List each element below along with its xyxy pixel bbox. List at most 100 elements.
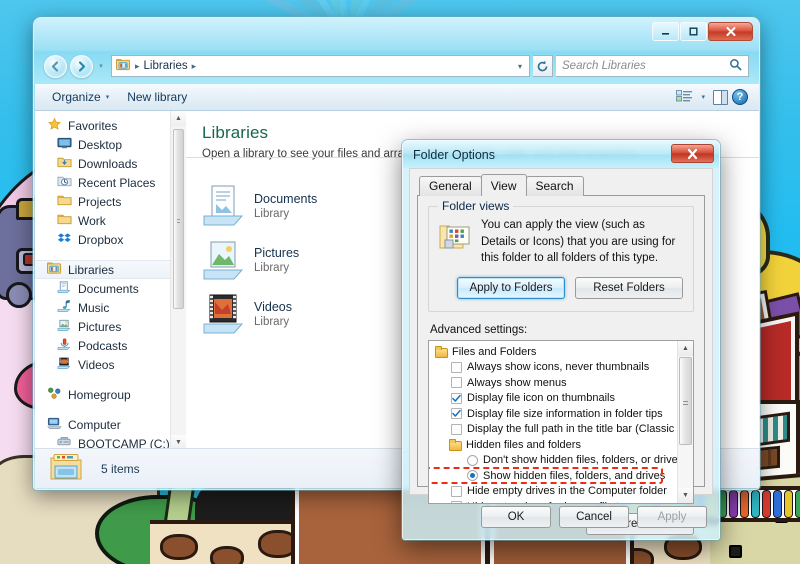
radio-button[interactable] [467, 454, 478, 466]
checkbox[interactable] [451, 361, 462, 373]
sidebar-item-label: Projects [78, 194, 122, 209]
dialog-tabs[interactable]: General View Search [417, 174, 705, 196]
sidebar-item-podcasts[interactable]: Podcasts [35, 336, 186, 355]
advanced-item-label: Always show icons, never thumbnails [467, 361, 650, 374]
advanced-checkbox-row[interactable]: Display file size information in folder … [433, 406, 693, 422]
music-library-icon [57, 299, 72, 316]
sidebar-group-favorites[interactable]: Favorites [35, 116, 186, 135]
toolbar-right-group[interactable]: ▾ ? [676, 89, 752, 106]
advanced-checkbox-row[interactable]: Always show icons, never thumbnails [433, 360, 693, 376]
search-input[interactable]: Search Libraries [556, 55, 749, 77]
advanced-settings-list[interactable]: Files and Folders Always show icons, neve… [428, 340, 694, 505]
tab-search[interactable]: Search [525, 176, 584, 196]
recent-pages-caret[interactable]: ▾ [96, 62, 106, 70]
podcasts-library-icon [57, 337, 72, 354]
wallpaper-giraffe-spot [258, 530, 298, 558]
sidebar-item-label: Music [78, 300, 110, 315]
sidebar-item-label: Pictures [78, 319, 122, 334]
nav-group-gap [35, 404, 186, 415]
advanced-item-label: Display file icon on thumbnails [467, 392, 615, 405]
reset-folders-button[interactable]: Reset Folders [575, 277, 683, 300]
chevron-down-icon[interactable]: ▾ [697, 93, 709, 101]
sidebar-item-desktop[interactable]: Desktop [35, 135, 186, 154]
wallpaper-window [729, 545, 742, 558]
advanced-item-label: Show hidden files, folders, and drives [483, 469, 666, 482]
explorer-toolbar[interactable]: Organize ▾ New library ▾ ? [35, 84, 759, 111]
libraries-icon [116, 58, 131, 74]
wallpaper-feather [784, 490, 793, 518]
tab-view[interactable]: View [480, 174, 527, 196]
cancel-button[interactable]: Cancel [559, 506, 629, 528]
ok-button[interactable]: OK [481, 506, 551, 528]
navigation-scrollbar[interactable]: ▲ ▼ [170, 111, 186, 450]
sidebar-group-libraries[interactable]: Libraries [35, 260, 186, 279]
checkbox[interactable] [451, 392, 462, 404]
forward-button[interactable] [70, 54, 93, 78]
sidebar-item-documents[interactable]: Documents [35, 279, 186, 298]
dialog-body: General View Search Folder views You can… [409, 168, 713, 536]
scrollbar-thumb[interactable] [173, 129, 184, 309]
explorer-titlebar[interactable] [34, 18, 759, 48]
folder-views-icon [439, 221, 471, 253]
sidebar-item-label: Dropbox [78, 232, 124, 247]
advanced-radio-row[interactable]: Don't show hidden files, folders, or dri… [433, 453, 693, 469]
scrollbar-thumb[interactable] [679, 357, 692, 446]
folder-options-dialog[interactable]: Folder Options General View Search Folder … [402, 140, 720, 540]
refresh-button[interactable] [533, 55, 553, 77]
checkbox[interactable] [451, 408, 462, 420]
navigation-pane[interactable]: Favorites Desktop Downloads Recent Places Pr… [35, 111, 186, 450]
desktop-icon [57, 136, 72, 153]
new-library-button[interactable]: New library [118, 87, 196, 107]
folder-views-description: You can apply the view (such as Details … [481, 219, 676, 265]
advanced-checkbox-row[interactable]: Display file icon on thumbnails [433, 391, 693, 407]
scroll-up-arrow[interactable]: ▲ [171, 111, 186, 126]
dialog-titlebar[interactable]: Folder Options [403, 141, 719, 168]
breadcrumb-separator[interactable]: ▸ [192, 61, 197, 72]
window-controls[interactable] [652, 22, 753, 41]
address-dropdown-caret[interactable]: ▾ [515, 62, 525, 71]
checkbox[interactable] [451, 423, 462, 435]
pictures-library-icon [57, 318, 72, 335]
preview-pane-icon[interactable] [713, 89, 728, 105]
minimize-button[interactable] [652, 22, 679, 41]
pictures-library-icon [202, 238, 244, 282]
apply-to-folders-button[interactable]: Apply to Folders [457, 277, 565, 300]
sidebar-item-recent-places[interactable]: Recent Places [35, 173, 186, 192]
advanced-checkbox-row[interactable]: Display the full path in the title bar (… [433, 422, 693, 438]
sidebar-item-dropbox[interactable]: Dropbox [35, 230, 186, 249]
navigation-row[interactable]: ▾ ▸ Libraries ▸ ▾ Search Libraries [34, 48, 759, 84]
sidebar-group-label: Favorites [68, 118, 118, 133]
radio-button[interactable] [467, 470, 478, 482]
sidebar-item-projects[interactable]: Projects [35, 192, 186, 211]
sidebar-item-label: Work [78, 213, 106, 228]
change-view-icon[interactable] [676, 89, 693, 106]
dialog-footer[interactable]: OK Cancel Apply [403, 495, 719, 539]
breadcrumb-separator: ▸ [135, 60, 140, 71]
advanced-list-scrollbar[interactable]: ▲ ▼ [677, 341, 693, 504]
breadcrumb-libraries[interactable]: Libraries [144, 60, 188, 72]
sidebar-item-pictures[interactable]: Pictures [35, 317, 186, 336]
dialog-close-button[interactable] [671, 144, 714, 163]
nav-group-gap [35, 249, 186, 260]
checkbox[interactable] [451, 377, 462, 389]
sidebar-group-computer[interactable]: Computer [35, 415, 186, 434]
help-icon[interactable]: ? [732, 89, 748, 105]
sidebar-item-videos[interactable]: Videos [35, 355, 186, 374]
tab-general[interactable]: General [419, 176, 482, 196]
sidebar-item-music[interactable]: Music [35, 298, 186, 317]
maximize-button[interactable] [680, 22, 707, 41]
sidebar-group-homegroup[interactable]: Homegroup [35, 385, 186, 404]
scroll-up-arrow[interactable]: ▲ [678, 341, 693, 357]
back-button[interactable] [44, 54, 67, 78]
apply-button: Apply [637, 506, 707, 528]
close-button[interactable] [708, 22, 753, 41]
address-bar[interactable]: ▸ Libraries ▸ ▾ [111, 55, 530, 77]
sidebar-item-downloads[interactable]: Downloads [35, 154, 186, 173]
advanced-checkbox-row[interactable]: Always show menus [433, 375, 693, 391]
libraries-icon [47, 261, 62, 278]
sidebar-item-work[interactable]: Work [35, 211, 186, 230]
organize-button[interactable]: Organize ▾ [43, 87, 118, 107]
advanced-radio-row[interactable]: Show hidden files, folders, and drives [429, 467, 693, 485]
homegroup-icon [47, 386, 62, 403]
search-icon[interactable] [729, 58, 742, 74]
